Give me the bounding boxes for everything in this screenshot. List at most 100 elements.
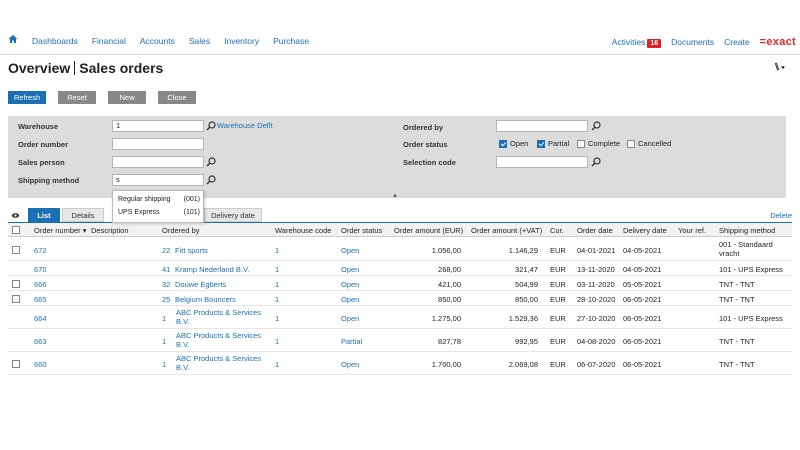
status-partial-box[interactable] <box>537 139 545 148</box>
header-order-amount[interactable]: Order amount (EUR) <box>394 226 463 235</box>
row-checkbox[interactable] <box>12 360 20 368</box>
header-shipping-method[interactable]: Shipping method <box>719 226 775 235</box>
new-button[interactable]: New <box>108 91 146 104</box>
header-delivery-date[interactable]: Delivery date <box>623 226 667 235</box>
warehouse-code-link[interactable]: 1 <box>275 337 279 346</box>
dropdown-option[interactable]: UPS Express (101) <box>118 209 200 216</box>
customer-name-link[interactable]: Kramp Nederland B.V. <box>175 265 249 274</box>
ordered-by-field[interactable] <box>496 120 588 132</box>
header-order-status[interactable]: Order status <box>341 226 382 235</box>
order-status-link[interactable]: Open <box>341 246 359 255</box>
customer-code-link[interactable]: 32 <box>162 280 170 289</box>
warehouse-search-icon[interactable] <box>206 121 216 131</box>
status-partial-checkbox[interactable]: Partial <box>537 139 569 148</box>
sales-person-field[interactable] <box>112 156 204 168</box>
customer-code-link[interactable]: 25 <box>162 295 170 304</box>
order-status-link[interactable]: Open <box>341 280 359 289</box>
warehouse-code-link[interactable]: 1 <box>275 280 279 289</box>
customer-name-link[interactable]: ABC Products & Services B.V. <box>176 331 261 349</box>
exact-logo[interactable]: =exact <box>760 36 796 48</box>
nav-financial[interactable]: Financial <box>92 36 126 46</box>
tab-list[interactable]: List <box>28 208 60 222</box>
warehouse-code-link[interactable]: 1 <box>275 265 279 274</box>
nav-accounts[interactable]: Accounts <box>140 36 175 46</box>
order-status-link[interactable]: Open <box>341 265 359 274</box>
order-number-link[interactable]: 672 <box>34 246 47 255</box>
status-complete-box[interactable] <box>577 139 585 148</box>
nav-dashboards[interactable]: Dashboards <box>32 36 78 46</box>
order-number-link[interactable]: 670 <box>34 265 47 274</box>
order-number-link[interactable]: 666 <box>34 280 47 289</box>
nav-create[interactable]: Create <box>724 37 750 47</box>
table-row[interactable]: 665 25 1 Open 850,00 850,00 EUR 28-10-2020 06-05… <box>8 291 792 306</box>
order-status-link[interactable]: Open <box>341 314 359 323</box>
settings-menu-icon[interactable]: ⑊▾ <box>774 62 786 73</box>
header-ordered-by[interactable]: Ordered by <box>162 226 200 235</box>
tab-details[interactable]: Details <box>62 208 104 222</box>
status-open-checkbox[interactable]: Open <box>499 139 528 148</box>
nav-inventory[interactable]: Inventory <box>224 36 259 46</box>
header-currency[interactable]: Cur. <box>550 226 564 235</box>
nav-activities[interactable]: Activities 16 <box>612 37 662 48</box>
home-icon[interactable] <box>8 34 18 44</box>
refresh-button[interactable]: Refresh <box>8 91 46 104</box>
warehouse-name-link[interactable]: Warehouse Delft <box>217 121 273 130</box>
header-order-number[interactable]: Order number ▾ <box>34 226 87 235</box>
selection-code-field[interactable] <box>496 156 588 168</box>
customer-code-link[interactable]: 1 <box>162 337 166 346</box>
customer-name-link[interactable]: Douwe Egberts <box>175 280 226 289</box>
header-description[interactable]: Description <box>91 226 129 235</box>
customer-name-link[interactable]: ABC Products & Services B.V. <box>176 308 261 326</box>
header-order-amount-vat[interactable]: Order amount (+VAT) <box>471 226 542 235</box>
status-cancelled-checkbox[interactable]: Cancelled <box>627 139 671 148</box>
table-row[interactable]: 664 1 1 Open 1.275,00 1.529,36 EUR 27-10-2020 06… <box>8 306 792 329</box>
status-open-box[interactable] <box>499 139 507 148</box>
header-warehouse-code[interactable]: Warehouse code <box>275 226 331 235</box>
header-order-date[interactable]: Order date <box>577 226 613 235</box>
warehouse-field[interactable]: 1 <box>112 120 204 132</box>
customer-name-link[interactable]: Belgium Bouncers <box>175 295 236 304</box>
customer-name-link[interactable]: ABC Products & Services B.V. <box>176 354 261 372</box>
shipping-method-field[interactable]: s <box>112 174 204 186</box>
nav-documents[interactable]: Documents <box>671 37 714 47</box>
nav-sales[interactable]: Sales <box>189 36 210 46</box>
row-checkbox[interactable] <box>12 246 20 254</box>
ordered-by-search-icon[interactable] <box>591 121 601 131</box>
order-status-link[interactable]: Open <box>341 295 359 304</box>
dropdown-option[interactable]: Regular shipping (001) <box>118 196 200 203</box>
delete-link[interactable]: Delete <box>770 211 792 220</box>
order-status-link[interactable]: Open <box>341 360 359 369</box>
nav-purchase[interactable]: Purchase <box>273 36 309 46</box>
customer-code-link[interactable]: 1 <box>162 314 166 323</box>
warehouse-code-link[interactable]: 1 <box>275 246 279 255</box>
row-checkbox[interactable] <box>12 280 20 288</box>
select-all-checkbox[interactable] <box>12 226 20 234</box>
shipping-method-search-icon[interactable] <box>206 175 216 185</box>
customer-name-link[interactable]: Fitt sports <box>175 246 208 255</box>
header-your-ref[interactable]: Your ref. <box>678 226 706 235</box>
order-number-link[interactable]: 664 <box>34 314 47 323</box>
customer-code-link[interactable]: 1 <box>162 360 166 369</box>
reset-button[interactable]: Reset <box>58 91 96 104</box>
table-row[interactable]: 660 1 1 Open 1.700,00 2.069,08 EUR 06-07-2020 06… <box>8 352 792 375</box>
order-number-link[interactable]: 665 <box>34 295 47 304</box>
close-button[interactable]: Close <box>158 91 196 104</box>
order-number-field[interactable] <box>112 138 204 150</box>
selection-code-search-icon[interactable] <box>591 157 601 167</box>
customer-code-link[interactable]: 22 <box>162 246 170 255</box>
sales-person-search-icon[interactable] <box>206 157 216 167</box>
collapse-filter-icon[interactable]: ▲ <box>392 193 398 199</box>
order-number-link[interactable]: 660 <box>34 360 47 369</box>
order-number-link[interactable]: 663 <box>34 337 47 346</box>
table-row[interactable]: 663 1 1 Partial 827,78 992,95 EUR 04-08-2020 06-… <box>8 329 792 352</box>
table-row[interactable]: 666 32 1 Open 421,00 504,99 EUR 03-11-2020 05-05… <box>8 276 792 291</box>
order-status-link[interactable]: Partial <box>341 337 362 346</box>
warehouse-code-link[interactable]: 1 <box>275 295 279 304</box>
table-row[interactable]: 670 41 1 Open 268,00 321,47 EUR 13-11-2020 04-05… <box>8 261 792 276</box>
tab-options-icon[interactable] <box>11 211 20 220</box>
warehouse-code-link[interactable]: 1 <box>275 360 279 369</box>
warehouse-code-link[interactable]: 1 <box>275 314 279 323</box>
status-cancelled-box[interactable] <box>627 139 635 148</box>
tab-delivery-date[interactable]: Delivery date <box>204 208 262 222</box>
row-checkbox[interactable] <box>12 295 20 303</box>
